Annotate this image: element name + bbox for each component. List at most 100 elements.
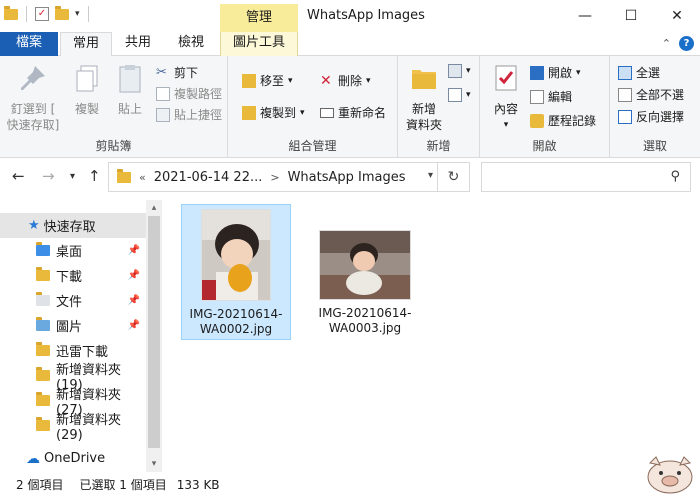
chevron-down-icon: ▾: [300, 107, 305, 118]
forward-arrow-icon[interactable]: →: [42, 167, 55, 185]
scroll-down-icon[interactable]: ▾: [146, 456, 162, 472]
sidebar-item-documents[interactable]: 文件 📌: [0, 288, 146, 313]
paste-button[interactable]: 貼上: [110, 62, 150, 117]
folder-icon: [36, 392, 50, 406]
properties-label: 內容: [493, 102, 518, 116]
tab-home[interactable]: 常用: [60, 32, 112, 57]
history-button[interactable]: 歷程記錄: [530, 112, 596, 129]
new-item-icon: [448, 64, 462, 78]
pin-to-quick-access-button[interactable]: 釘選到 [ 快速存取]: [4, 62, 62, 133]
delete-button[interactable]: ✕ 刪除 ▾: [320, 72, 371, 89]
rename-button[interactable]: 重新命名: [320, 104, 386, 121]
sidebar-scrollbar[interactable]: ▴ ▾: [146, 200, 162, 472]
address-dropdown-icon[interactable]: ▾: [428, 170, 433, 181]
scroll-up-icon[interactable]: ▴: [146, 200, 162, 216]
move-to-button[interactable]: 移至 ▾: [242, 72, 293, 89]
copy-icon: [76, 65, 98, 92]
new-group-label: 新增: [426, 139, 451, 153]
sidebar-item-quick-access[interactable]: ★ 快速存取: [0, 213, 146, 238]
divider: [26, 6, 27, 22]
window-title: WhatsApp Images: [307, 8, 425, 23]
customize-toolbar-icon[interactable]: ▾: [75, 9, 80, 19]
up-arrow-icon[interactable]: ↑: [88, 167, 101, 185]
move-to-label: 移至: [260, 74, 285, 88]
pin-icon[interactable]: 📌: [128, 320, 140, 331]
new-folder-icon: [412, 70, 436, 89]
edit-icon: [530, 89, 544, 104]
cut-button[interactable]: ✂ 剪下: [156, 64, 198, 81]
folder-icon: [117, 168, 131, 183]
properties-check-icon[interactable]: ✓: [35, 7, 49, 21]
clipboard-group-label: 剪貼簿: [95, 139, 132, 153]
tab-view[interactable]: 檢視: [168, 32, 214, 56]
sidebar-item-new-folder-29[interactable]: 新增資料夾 (29): [0, 413, 146, 443]
edit-label: 編輯: [548, 90, 573, 104]
sidebar-item-label: 快速存取: [43, 220, 96, 235]
image-thumbnail: [319, 230, 411, 300]
scissors-icon: ✂: [156, 64, 167, 80]
select-all-button[interactable]: 全選: [618, 64, 660, 81]
select-none-icon: [618, 87, 632, 102]
download-folder-icon: [36, 267, 50, 281]
chevron-right-icon[interactable]: >: [270, 171, 279, 184]
breadcrumb-current[interactable]: WhatsApp Images: [288, 170, 406, 185]
easy-access-button[interactable]: ▾: [448, 88, 471, 102]
history-label: 歷程記錄: [548, 114, 597, 128]
collapse-ribbon-icon[interactable]: ⌃: [662, 37, 671, 50]
sidebar-item-downloads[interactable]: 下載 📌: [0, 263, 146, 288]
open-button[interactable]: 開啟 ▾: [530, 64, 581, 81]
sidebar-item-desktop[interactable]: 桌面 📌: [0, 238, 146, 263]
recent-locations-icon[interactable]: ▾: [70, 171, 75, 182]
tab-file[interactable]: 檔案: [0, 32, 58, 56]
open-group-label: 開啟: [532, 139, 557, 153]
new-item-button[interactable]: ▾: [448, 64, 471, 78]
sidebar-item-label: 新增資料夾 (29): [56, 412, 122, 443]
copy-path-button[interactable]: 複製路徑: [156, 85, 222, 102]
clipboard-group: 釘選到 [ 快速存取] 複製 貼上 ✂ 剪下 複製路徑 貼上捷徑 剪貼簿: [0, 56, 228, 158]
pin-label-line1: 釘選到 [: [10, 102, 56, 116]
delete-label: 刪除: [338, 74, 363, 88]
move-to-icon: [242, 73, 256, 88]
refresh-icon[interactable]: ↻: [437, 163, 469, 191]
minimize-button[interactable]: —: [562, 0, 608, 32]
file-item[interactable]: IMG-20210614- WA0002.jpg: [181, 204, 291, 340]
selected-size: 133 KB: [176, 477, 220, 492]
file-name-line2: WA0003.jpg: [328, 321, 402, 335]
invert-selection-button[interactable]: 反向選擇: [618, 108, 684, 125]
file-item[interactable]: IMG-20210614- WA0003.jpg: [310, 204, 420, 340]
paste-shortcut-button[interactable]: 貼上捷徑: [156, 106, 222, 123]
paste-label: 貼上: [117, 102, 142, 116]
new-folder-label-line1: 新增: [411, 102, 436, 116]
new-folder-button[interactable]: 新增 資料夾: [402, 62, 446, 133]
search-input[interactable]: ⚲: [481, 162, 691, 192]
sidebar-item-pictures[interactable]: 圖片 📌: [0, 313, 146, 338]
back-arrow-icon[interactable]: ←: [12, 167, 25, 185]
select-none-button[interactable]: 全部不選: [618, 86, 684, 103]
address-bar[interactable]: « 2021-06-14 22... > WhatsApp Images ▾ ↻: [108, 162, 470, 192]
breadcrumb-parent[interactable]: 2021-06-14 22...: [154, 170, 263, 185]
help-icon[interactable]: ?: [679, 36, 694, 51]
scrollbar-thumb[interactable]: [148, 216, 160, 448]
close-button[interactable]: ✕: [654, 0, 700, 32]
sidebar-item-onedrive[interactable]: ☁ OneDrive: [0, 446, 146, 471]
tab-share[interactable]: 共用: [114, 32, 162, 56]
pin-label-line2: 快速存取]: [6, 118, 60, 132]
properties-button[interactable]: 內容 ▾: [486, 62, 526, 133]
delete-x-icon: ✕: [320, 72, 332, 89]
file-name-line1: IMG-20210614-: [189, 307, 283, 321]
new-folder-icon[interactable]: [55, 5, 69, 20]
tab-picture-tools[interactable]: 圖片工具: [220, 32, 298, 56]
select-group: 全選 全部不選 反向選擇 選取: [610, 56, 700, 158]
navigation-pane: ★ 快速存取 桌面 📌 下載 📌 文件 📌 圖片 📌 迅雷下載 新增資料夾 (1…: [0, 200, 162, 472]
pin-icon[interactable]: 📌: [128, 295, 140, 306]
breadcrumb-overflow[interactable]: «: [139, 171, 146, 184]
maximize-button[interactable]: ☐: [608, 0, 654, 32]
chevron-down-icon: ▾: [576, 67, 581, 78]
organize-group: 移至 ▾ 複製到 ▾ ✕ 刪除 ▾ 重新命名 組合管理: [228, 56, 398, 158]
copy-button[interactable]: 複製: [66, 62, 108, 117]
pin-icon[interactable]: 📌: [128, 245, 140, 256]
pin-icon[interactable]: 📌: [128, 270, 140, 281]
chevron-down-icon: ▾: [466, 66, 471, 76]
copy-to-button[interactable]: 複製到 ▾: [242, 104, 305, 121]
edit-button[interactable]: 編輯: [530, 88, 572, 105]
